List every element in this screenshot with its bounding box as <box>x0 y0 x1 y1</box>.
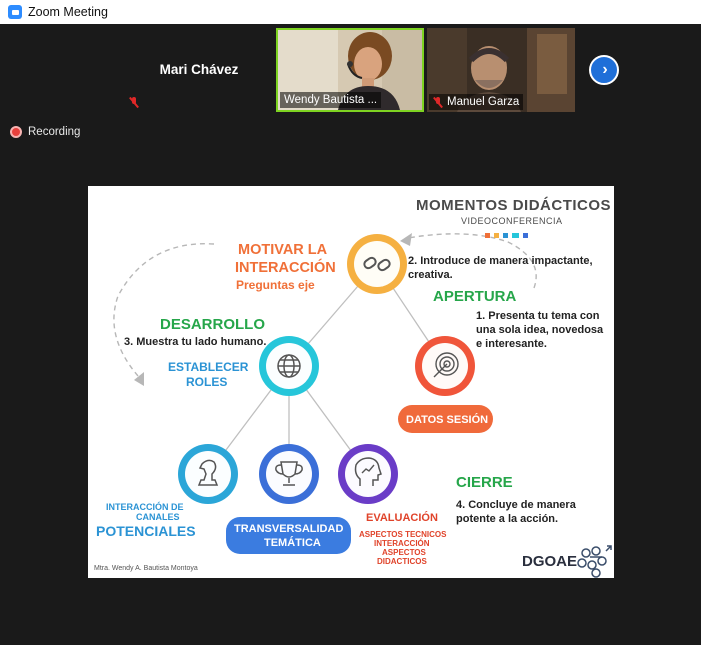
aspectos-text-line4: DIDACTICOS <box>377 557 427 566</box>
introduce-text-line1: 2. Introduce de manera impactante, <box>408 255 593 267</box>
transversalidad-label-line2: TEMÁTICA <box>264 537 321 549</box>
muestra-text: 3. Muestra tu lado humano. <box>124 336 267 348</box>
participant-tile[interactable]: Manuel Garza <box>427 28 575 112</box>
establecer-label-line2: ROLES <box>186 375 228 389</box>
dgoae-logo-text: DGOAE <box>522 553 578 570</box>
presenta-text-line1: 1. Presenta tu tema con <box>476 310 600 322</box>
meeting-controls-area <box>0 582 701 645</box>
muted-mic-icon <box>433 96 443 108</box>
zoom-logo-icon <box>8 5 22 19</box>
participant-tile[interactable]: Mari Chávez <box>125 28 273 112</box>
participant-name-label: Wendy Bautista ... <box>280 92 382 108</box>
slide-subtitle: VIDEOCONFERENCIA <box>461 216 563 226</box>
slide-title: MOMENTOS DIDÁCTICOS <box>416 197 612 214</box>
participant-name: Manuel Garza <box>447 96 520 108</box>
cierre-heading: CIERRE <box>456 474 513 491</box>
target-icon <box>415 336 475 396</box>
apertura-heading: APERTURA <box>433 288 517 305</box>
transversalidad-label-line1: TRANSVERSALIDAD <box>234 523 344 535</box>
chain-link-icon <box>347 234 407 294</box>
chess-knight-icon <box>178 444 238 504</box>
concluye-text-line1: 4. Concluye de manera <box>456 499 576 511</box>
globe-icon <box>259 336 319 396</box>
recording-icon <box>10 126 22 138</box>
presentation-slide: MOMENTOS DIDÁCTICOS VIDEOCONFERENCIA MOT… <box>88 186 614 578</box>
title-bar: Zoom Meeting <box>0 0 701 24</box>
aspectos-text-line3: ASPECTOS <box>382 548 426 557</box>
participant-gallery: Mari Chávez Wendy Bautista ... Manuel Ga… <box>0 24 701 117</box>
motivar-heading-line1: MOTIVAR LA <box>238 242 328 258</box>
gallery-next-button[interactable]: › <box>589 55 619 85</box>
motivar-subheading: Preguntas eje <box>236 278 315 292</box>
recording-indicator[interactable]: Recording <box>10 126 80 138</box>
presenta-text-line2: una sola idea, novedosa <box>476 324 604 336</box>
muted-mic-icon <box>129 97 139 108</box>
zoom-window: Zoom Meeting Mari Chávez Wendy Bautista … <box>0 0 701 645</box>
chevron-right-icon: › <box>602 61 608 78</box>
interaccion-label-line3: POTENCIALES <box>96 523 196 539</box>
aspectos-text-line2: INTERACCIÓN <box>374 539 430 548</box>
chart-head-icon <box>338 444 398 504</box>
presenta-text-line3: e interesante. <box>476 338 547 350</box>
evaluacion-heading: EVALUACIÓN <box>366 512 438 524</box>
slide-author: Mtra. Wendy A. Bautista Montoya <box>94 565 198 572</box>
interaccion-label-line1: INTERACCIÓN DE <box>106 502 184 512</box>
window-title: Zoom Meeting <box>28 5 108 19</box>
concluye-text-line2: potente a la acción. <box>456 513 559 525</box>
establecer-label-line1: ESTABLECER <box>168 360 249 374</box>
participant-tile-active-speaker[interactable]: Wendy Bautista ... <box>276 28 424 112</box>
participant-name: Wendy Bautista ... <box>284 94 378 106</box>
recording-label: Recording <box>28 126 81 138</box>
dgoae-logo <box>577 545 612 578</box>
participant-name-label: Manuel Garza <box>429 94 524 110</box>
shared-screen: MOMENTOS DIDÁCTICOS VIDEOCONFERENCIA MOT… <box>0 184 701 582</box>
aspectos-text-line1: ASPECTOS TECNICOS <box>359 530 447 539</box>
motivar-heading-line2: INTERACCIÓN <box>235 260 336 276</box>
desarrollo-heading: DESARROLLO <box>160 316 265 333</box>
interaccion-label-line2: CANALES <box>136 512 180 522</box>
introduce-text-line2: creativa. <box>408 269 453 281</box>
participant-name: Mari Chávez <box>159 62 239 77</box>
trophy-icon <box>259 444 319 504</box>
datos-sesion-label: DATOS SESIÓN <box>406 414 489 426</box>
